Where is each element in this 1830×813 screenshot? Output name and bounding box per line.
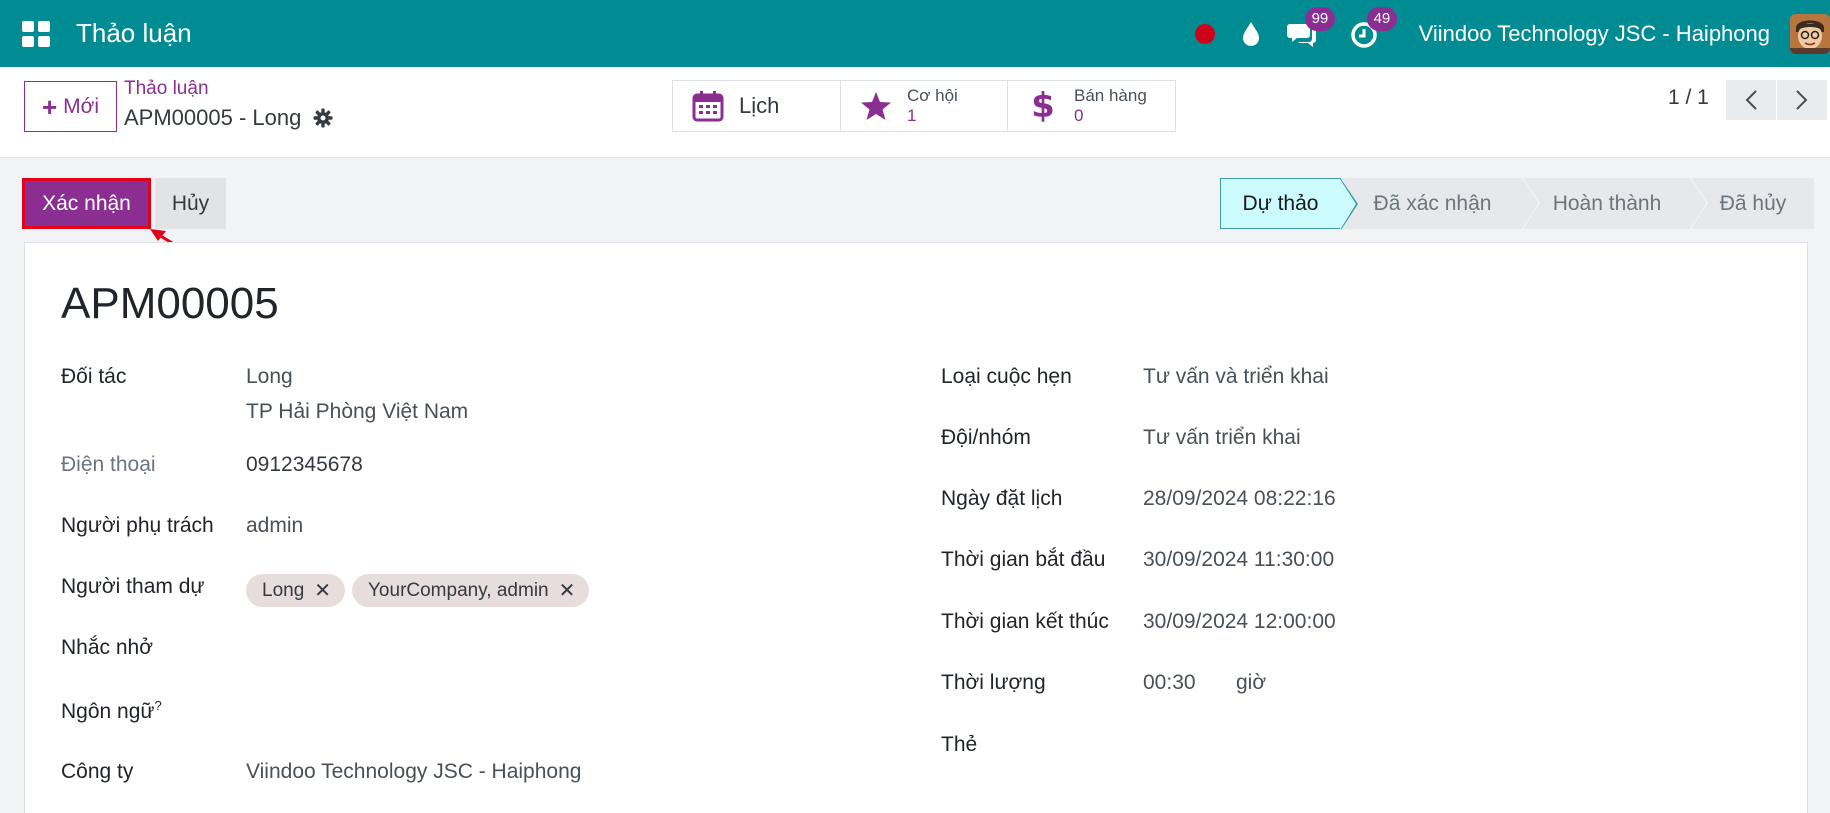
company-label: Công ty — [61, 760, 134, 783]
close-icon[interactable]: ✕ — [314, 578, 331, 603]
language-field[interactable] — [246, 693, 846, 725]
calendar-icon — [692, 91, 724, 122]
partner-address: TP Hải Phòng Việt Nam — [246, 400, 469, 423]
booked-date-label: Ngày đặt lịch — [941, 487, 1063, 510]
language-help-icon[interactable]: ? — [154, 698, 161, 713]
appointment-type-field[interactable]: Tư vấn và triển khai — [1143, 365, 1329, 389]
record-title: APM00005 — [61, 279, 279, 328]
new-button-label: Mới — [63, 94, 100, 118]
opportunity-smart-label: Cơ hội — [907, 86, 958, 105]
team-field[interactable]: Tư vấn triển khai — [1143, 426, 1301, 450]
pager-value[interactable]: 1 / 1 — [1668, 86, 1709, 110]
close-icon[interactable]: ✕ — [559, 578, 576, 603]
drop-icon[interactable] — [1241, 21, 1261, 47]
stage-pipeline: Dự thảo Đã xác nhận Hoàn thành Đã hủy — [1220, 178, 1814, 230]
sales-smart-button[interactable]: $ Bán hàng 0 — [1007, 80, 1176, 132]
start-time-label: Thời gian bắt đầu — [941, 548, 1106, 571]
tags-field[interactable] — [1143, 728, 1743, 760]
attendee-tag: Long ✕ — [246, 574, 346, 607]
phone-field[interactable]: 0912345678 — [246, 453, 363, 477]
control-panel: + Mới Thảo luận APM00005 - Long Lịch Cơ … — [0, 67, 1830, 158]
attendee-tag-label: Long — [262, 579, 305, 601]
duration-unit: giờ — [1236, 671, 1267, 694]
breadcrumb: APM00005 - Long — [124, 105, 333, 131]
avatar[interactable] — [1790, 13, 1830, 54]
gear-icon[interactable] — [313, 108, 333, 128]
apps-grid-icon[interactable] — [22, 20, 50, 47]
stage-draft[interactable]: Dự thảo — [1220, 178, 1358, 230]
form-sheet: APM00005 Đối tác Long TP Hải Phòng Việt … — [24, 242, 1808, 813]
stage-done-label: Hoàn thành — [1552, 191, 1662, 215]
responsible-label: Người phụ trách — [61, 514, 214, 537]
end-time-field[interactable]: 30/09/2024 12:00:00 — [1143, 610, 1336, 634]
partner-label: Đối tác — [61, 365, 127, 388]
reminder-label: Nhắc nhở — [61, 636, 153, 659]
phone-label: Điện thoại — [61, 453, 156, 476]
opportunity-smart-value: 1 — [907, 106, 917, 125]
confirm-button[interactable]: Xác nhận — [22, 178, 151, 229]
responsible-field[interactable]: admin — [246, 514, 303, 538]
attendee-tag: YourCompany, admin ✕ — [352, 574, 590, 607]
company-switcher[interactable]: Viindoo Technology JSC - Haiphong — [1419, 21, 1770, 47]
start-time-field[interactable]: 30/09/2024 11:30:00 — [1143, 548, 1334, 572]
top-navbar: Thảo luận 99 49 Viindoo Technology JSC -… — [0, 0, 1830, 67]
pager-next-button[interactable] — [1777, 80, 1827, 120]
new-button[interactable]: + Mới — [24, 81, 117, 132]
navbar-systray: 99 49 Viindoo Technology JSC - Haiphong — [1194, 0, 1830, 67]
recording-dot-icon[interactable] — [1194, 23, 1215, 44]
stage-done[interactable]: Hoàn thành — [1524, 178, 1708, 229]
opportunity-smart-button[interactable]: Cơ hội 1 — [840, 80, 1008, 132]
messages-badge: 99 — [1304, 6, 1336, 31]
cancel-button[interactable]: Hủy — [155, 178, 226, 229]
star-icon — [861, 92, 891, 120]
calendar-smart-button[interactable]: Lịch — [672, 80, 841, 132]
breadcrumb-current: APM00005 - Long — [124, 105, 302, 130]
chevron-right-icon — [1796, 90, 1808, 110]
messages-button[interactable]: 99 — [1286, 6, 1336, 49]
end-time-label: Thời gian kết thúc — [941, 610, 1109, 633]
activities-button[interactable]: 49 — [1349, 6, 1398, 49]
sales-smart-value: 0 — [1074, 106, 1084, 125]
app-title[interactable]: Thảo luận — [76, 18, 192, 49]
breadcrumb-parent[interactable]: Thảo luận — [124, 78, 209, 100]
form-statusbar: Xác nhận Hủy Dự thảo Đã xác nhận Hoàn th… — [0, 158, 1830, 240]
stage-confirmed-label: Đã xác nhận — [1373, 191, 1492, 215]
booked-date-field[interactable]: 28/09/2024 08:22:16 — [1143, 487, 1336, 511]
activities-badge: 49 — [1366, 6, 1398, 31]
plus-icon: + — [41, 91, 58, 122]
duration-label: Thời lượng — [941, 671, 1046, 694]
stage-draft-label: Dự thảo — [1242, 191, 1319, 215]
dollar-icon: $ — [1031, 86, 1055, 126]
company-field[interactable]: Viindoo Technology JSC - Haiphong — [246, 760, 581, 784]
attendee-tag-label: YourCompany, admin — [368, 579, 549, 601]
calendar-smart-label: Lịch — [739, 93, 780, 118]
stage-confirmed[interactable]: Đã xác nhận — [1343, 178, 1540, 229]
chevron-left-icon — [1745, 90, 1757, 110]
language-label-text: Ngôn ngữ — [61, 700, 155, 723]
stage-cancelled-label: Đã hủy — [1719, 191, 1787, 215]
duration-field[interactable]: 00:30 — [1143, 671, 1196, 695]
pager-previous-button[interactable] — [1726, 80, 1776, 120]
stage-cancelled[interactable]: Đã hủy — [1692, 178, 1814, 229]
tags-label: Thẻ — [941, 733, 978, 756]
language-label: Ngôn ngữ? — [61, 698, 162, 724]
reminder-field[interactable] — [246, 631, 846, 663]
team-label: Đội/nhóm — [941, 426, 1031, 449]
user-avatar-icon — [1790, 13, 1830, 54]
appointment-type-label: Loại cuộc hẹn — [941, 365, 1072, 388]
attendees-label: Người tham dự — [61, 575, 205, 598]
sales-smart-label: Bán hàng — [1074, 86, 1147, 105]
partner-name[interactable]: Long — [246, 365, 293, 389]
